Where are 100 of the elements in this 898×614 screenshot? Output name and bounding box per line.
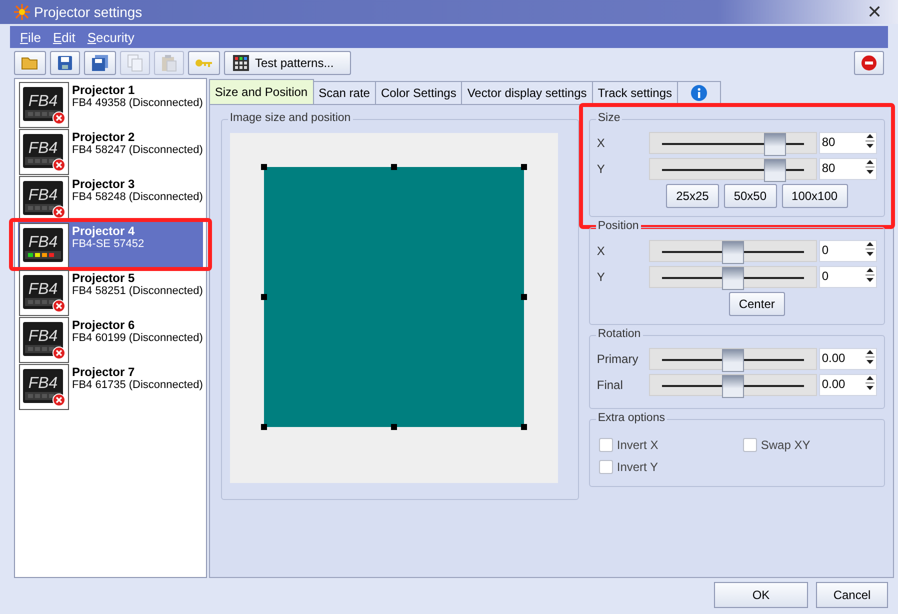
projector-icon: FB4 <box>19 364 69 410</box>
menu-item[interactable]: File <box>14 30 47 44</box>
slider-label: Y <box>596 162 606 176</box>
checkbox-option[interactable]: Invert Y <box>598 460 743 474</box>
checkbox[interactable] <box>598 438 613 452</box>
projector-item[interactable]: FB4 Projector 6 FB4 60199 (Disconnected) <box>18 316 203 361</box>
projector-detail: FB4 58251 (Disconnected) <box>72 285 203 297</box>
copy-icon <box>127 54 143 72</box>
preset-button[interactable]: 50x50 <box>724 184 777 208</box>
projector-detail: FB4 58247 (Disconnected) <box>72 144 203 156</box>
number-field[interactable]: 80 <box>818 158 877 180</box>
window-title: Projector settings <box>34 4 144 20</box>
projector-item[interactable]: FB4 Projector 5 FB4 58251 (Disconnected) <box>18 269 203 314</box>
slider-label: Y <box>596 270 606 284</box>
projector-item[interactable]: FB4 Projector 2 FB4 58247 (Disconnected) <box>18 128 203 173</box>
stop-icon <box>861 55 877 71</box>
preset-button[interactable]: Center <box>728 292 785 316</box>
resize-handle[interactable] <box>520 424 527 430</box>
checkbox-label: Invert X <box>616 438 658 452</box>
preset-button[interactable]: 25x25 <box>666 184 719 208</box>
spinner-arrows-icon[interactable] <box>864 267 876 283</box>
projector-name: Projector 5 <box>72 271 136 285</box>
group-title: Position <box>596 220 641 232</box>
checkbox[interactable] <box>742 438 757 452</box>
toolbar-button[interactable] <box>50 51 80 75</box>
projector-item[interactable]: FB4 Projector 4 FB4-SE 57452 <box>18 222 203 267</box>
close-button[interactable]: ✕ <box>863 1 886 23</box>
resize-handle[interactable] <box>520 164 527 170</box>
projector-item[interactable]: FB4 Projector 1 FB4 49358 (Disconnected) <box>18 81 203 126</box>
test-patterns-button[interactable]: Test patterns... <box>224 51 351 75</box>
projector-icon: FB4 <box>19 317 69 363</box>
slider-thumb[interactable] <box>722 267 744 290</box>
slider-label: X <box>596 244 606 258</box>
number-field[interactable]: 0.00 <box>818 374 877 396</box>
projector-name: Projector 3 <box>72 177 136 191</box>
floppy-disks-icon <box>91 54 109 72</box>
group-title: Image size and position <box>228 112 353 124</box>
menu-item[interactable]: Edit <box>46 30 82 44</box>
spinner-arrows-icon[interactable] <box>864 159 876 175</box>
preset-button[interactable]: 100x100 <box>782 184 848 208</box>
projector-detail: FB4 58248 (Disconnected) <box>72 191 203 203</box>
dialog-button[interactable]: OK <box>714 582 808 608</box>
projector-detail: FB4 49358 (Disconnected) <box>72 97 203 109</box>
projector-icon: FB4 <box>19 270 69 316</box>
projector-name: Projector 1 <box>72 83 136 97</box>
projector-item[interactable]: FB4 Projector 3 FB4 58248 (Disconnected) <box>18 175 203 220</box>
checkbox-label: Invert Y <box>616 460 658 474</box>
projector-detail: FB4 61735 (Disconnected) <box>72 379 203 391</box>
projector-detail: FB4-SE 57452 <box>72 238 144 250</box>
tab[interactable]: Size and Position <box>208 79 314 104</box>
projector-icon: FB4 <box>19 129 69 175</box>
tab[interactable] <box>677 81 721 104</box>
slider-thumb[interactable] <box>722 375 744 398</box>
test-pattern-icon <box>233 55 249 71</box>
menu-item[interactable]: Security <box>81 30 140 44</box>
slider-label: X <box>596 136 606 150</box>
checkbox-label: Swap XY <box>760 438 810 452</box>
projector-name: Projector 6 <box>72 318 136 332</box>
group-title: Extra options <box>596 412 667 424</box>
projector-name: Projector 2 <box>72 130 136 144</box>
checkbox-option[interactable]: Invert X <box>598 438 743 452</box>
toolbar-button[interactable] <box>84 51 116 75</box>
group-title: Rotation <box>596 328 643 340</box>
resize-handle[interactable] <box>260 294 267 300</box>
group-title: Size <box>596 112 622 124</box>
slider-label: Primary <box>596 352 640 366</box>
number-field[interactable]: 0 <box>818 266 877 288</box>
resize-handle[interactable] <box>390 424 397 430</box>
spinner-arrows-icon[interactable] <box>864 349 876 365</box>
starburst-icon <box>14 4 30 20</box>
checkbox-option[interactable]: Swap XY <box>742 438 875 452</box>
dialog-button[interactable]: Cancel <box>816 582 888 608</box>
checkbox[interactable] <box>598 460 613 474</box>
spinner-arrows-icon[interactable] <box>864 241 876 257</box>
slider-thumb[interactable] <box>764 133 786 156</box>
projector-name: Projector 4 <box>72 224 136 238</box>
key-icon <box>195 58 213 68</box>
clipboard-icon <box>161 54 177 72</box>
resize-handle[interactable] <box>260 164 267 170</box>
projector-icon: FB4 <box>19 82 69 128</box>
toolbar-button[interactable] <box>14 51 46 75</box>
slider-thumb[interactable] <box>764 159 786 182</box>
projector-item[interactable]: FB4 Projector 7 FB4 61735 (Disconnected) <box>18 363 203 408</box>
toolbar-button[interactable] <box>854 51 884 75</box>
folder-icon <box>21 56 39 70</box>
slider-thumb[interactable] <box>722 241 744 264</box>
number-field[interactable]: 0 <box>818 240 877 262</box>
toolbar-button[interactable] <box>188 51 220 75</box>
resize-handle[interactable] <box>260 424 267 430</box>
projector-icon: FB4 <box>19 223 69 269</box>
slider-thumb[interactable] <box>722 349 744 372</box>
projector-detail: FB4 60199 (Disconnected) <box>72 332 203 344</box>
number-field[interactable]: 80 <box>818 132 877 154</box>
resize-handle[interactable] <box>390 164 397 170</box>
info-icon <box>691 85 707 101</box>
projector-name: Projector 7 <box>72 365 136 379</box>
spinner-arrows-icon[interactable] <box>864 375 876 391</box>
spinner-arrows-icon[interactable] <box>864 133 876 149</box>
number-field[interactable]: 0.00 <box>818 348 877 370</box>
slider-label: Final <box>596 378 624 392</box>
